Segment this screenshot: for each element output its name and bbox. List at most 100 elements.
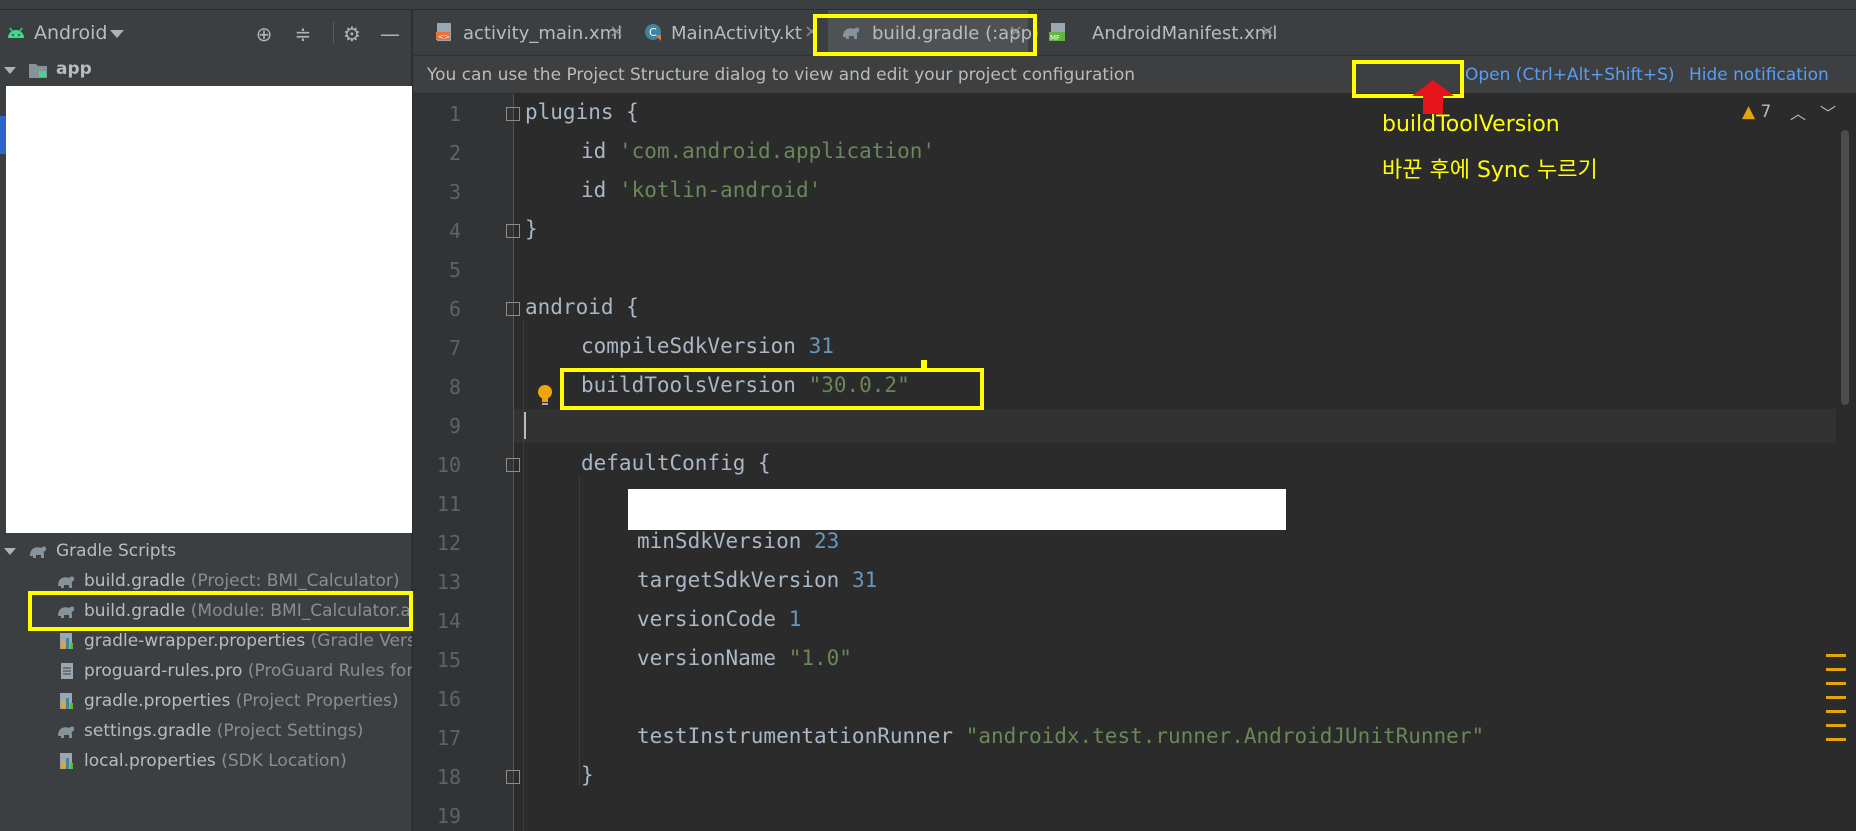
line-number: 3: [448, 180, 461, 204]
open-project-structure-link[interactable]: Open (Ctrl+Alt+Shift+S): [1465, 65, 1675, 85]
line-number: 5: [448, 258, 461, 282]
fold-marker-icon[interactable]: [506, 107, 520, 121]
inspection-widget[interactable]: ▲ 7: [1742, 102, 1771, 122]
code-line[interactable]: minSdkVersion 23: [637, 529, 839, 553]
tab-android-manifest[interactable]: MF AndroidManifest.xml ×: [1048, 10, 1278, 56]
line-number: 13: [436, 570, 461, 594]
line-number: 11: [436, 492, 461, 516]
fold-marker-icon[interactable]: [506, 224, 520, 238]
line-number: 17: [436, 726, 461, 750]
highlight-box: [813, 14, 1037, 56]
code-line[interactable]: id 'com.android.application': [581, 139, 935, 163]
tree-item-settings-gradle[interactable]: settings.gradle (Project Settings): [0, 717, 412, 745]
line-number: 8: [448, 375, 461, 399]
properties-file-icon: [60, 693, 73, 709]
code-line[interactable]: compileSdkVersion 31: [581, 334, 834, 358]
tree-item-gradle-wrapper[interactable]: gradle-wrapper.properties (Gradle Versic: [0, 627, 412, 655]
line-number: 7: [448, 336, 461, 360]
line-number: 15: [436, 648, 461, 672]
project-panel-header: Android ⊕ ≑ ⚙ —: [0, 10, 412, 54]
selection-indicator: [0, 116, 6, 154]
warning-stripe[interactable]: [1826, 696, 1846, 699]
warning-stripe[interactable]: [1826, 724, 1846, 727]
indent-guide: [523, 320, 524, 831]
chevron-down-icon[interactable]: [4, 548, 16, 555]
warning-icon: ▲: [1742, 102, 1756, 122]
collapse-all-icon[interactable]: ≑: [291, 22, 315, 46]
line-number: 12: [436, 531, 461, 555]
module-folder-icon: [29, 64, 47, 78]
code-line[interactable]: testInstrumentationRunner "androidx.test…: [637, 724, 1484, 748]
locate-file-icon[interactable]: ⊕: [252, 22, 276, 46]
line-number: 14: [436, 609, 461, 633]
title-strip: [0, 0, 1856, 10]
code-line[interactable]: }: [525, 217, 538, 241]
fold-marker-icon[interactable]: [506, 770, 520, 784]
warning-stripe[interactable]: [1826, 682, 1846, 685]
tree-item-gradle-scripts[interactable]: Gradle Scripts: [0, 537, 412, 565]
chevron-up-icon[interactable]: ︿: [1790, 100, 1806, 124]
gear-icon[interactable]: ⚙: [340, 22, 364, 46]
lightbulb-icon[interactable]: [536, 384, 554, 408]
indent-guide: [579, 475, 580, 785]
hide-notification-link[interactable]: Hide notification: [1689, 65, 1829, 85]
tree-item-local-properties[interactable]: local.properties (SDK Location): [0, 747, 412, 775]
properties-file-icon: [60, 753, 73, 769]
line-number: 16: [436, 687, 461, 711]
annotation-line-1: buildToolVersion: [1382, 112, 1560, 137]
tree-item-label: Gradle Scripts: [56, 541, 177, 561]
fold-marker-icon[interactable]: [506, 458, 520, 472]
close-icon[interactable]: ×: [1260, 21, 1275, 42]
highlight-box: [560, 368, 984, 410]
gradle-icon: [58, 576, 75, 588]
header-divider: [333, 22, 334, 44]
text-caret: [524, 412, 526, 439]
gradle-icon: [30, 546, 47, 558]
chevron-down-icon[interactable]: [4, 67, 16, 74]
close-icon[interactable]: ×: [609, 21, 624, 42]
project-panel: Android ⊕ ≑ ⚙ — app Gradle Scripts build…: [0, 10, 413, 831]
line-number: 1: [448, 102, 461, 126]
code-line[interactable]: plugins {: [525, 100, 639, 124]
code-line[interactable]: id 'kotlin-android': [581, 178, 821, 202]
tree-item-label: build.gradle (Project: BMI_Calculator): [84, 571, 400, 591]
svg-text:MF: MF: [1050, 34, 1060, 42]
tree-item-label: app: [56, 59, 92, 79]
tree-item-label: local.properties (SDK Location): [84, 751, 347, 771]
editor-tab-bar: <> activity_main.xml × C MainActivity.kt…: [413, 10, 1856, 56]
tree-item-proguard-rules[interactable]: proguard-rules.pro (ProGuard Rules for I: [0, 657, 412, 685]
red-arrow-icon: [1412, 80, 1454, 114]
kotlin-class-icon: C: [645, 24, 661, 41]
code-line[interactable]: android {: [525, 295, 639, 319]
chevron-down-icon[interactable]: [110, 30, 124, 38]
fold-marker-icon[interactable]: [506, 302, 520, 316]
code-line[interactable]: versionName "1.0": [637, 646, 852, 670]
line-number: 19: [436, 804, 461, 828]
notification-bar: You can use the Project Structure dialog…: [413, 56, 1856, 94]
chevron-down-icon[interactable]: ﹀: [1820, 100, 1836, 124]
line-number: 6: [448, 297, 461, 321]
tree-item-app[interactable]: app: [0, 56, 412, 84]
notification-message: You can use the Project Structure dialog…: [427, 65, 1135, 85]
scrollbar-thumb[interactable]: [1841, 130, 1849, 405]
tab-label: activity_main.xml: [463, 23, 623, 44]
project-view-selector[interactable]: Android: [34, 22, 107, 44]
current-line-highlight: [514, 409, 1844, 443]
tab-main-activity[interactable]: C MainActivity.kt ×: [631, 10, 821, 56]
warning-stripe[interactable]: [1826, 654, 1846, 657]
tree-item-gradle-properties[interactable]: gradle.properties (Project Properties): [0, 687, 412, 715]
code-line[interactable]: }: [581, 763, 594, 787]
warning-stripe[interactable]: [1826, 738, 1846, 741]
code-line[interactable]: versionCode 1: [637, 607, 801, 631]
tree-item-label: gradle.properties (Project Properties): [84, 691, 399, 711]
warning-stripe[interactable]: [1826, 668, 1846, 671]
line-number: 18: [436, 765, 461, 789]
code-line[interactable]: targetSdkVersion 31: [637, 568, 877, 592]
line-number: 4: [448, 219, 461, 243]
warning-stripe[interactable]: [1826, 710, 1846, 713]
minimize-icon[interactable]: —: [378, 22, 402, 46]
tab-activity-main[interactable]: <> activity_main.xml ×: [423, 10, 624, 56]
code-line[interactable]: defaultConfig {: [581, 451, 771, 475]
tab-label: MainActivity.kt: [671, 23, 802, 44]
line-number: 2: [448, 141, 461, 165]
